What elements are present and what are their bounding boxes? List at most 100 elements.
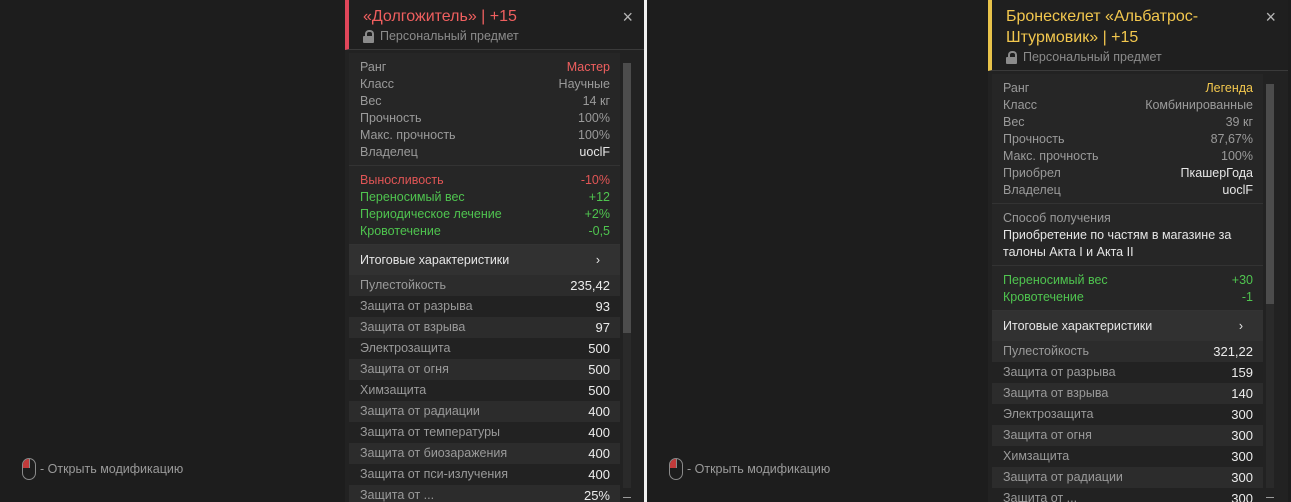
stat-row: Электрозащита 500: [349, 338, 620, 359]
info-row: Макс. прочность 100%: [1003, 148, 1253, 165]
stat-row: Защита от радиации 400: [349, 401, 620, 422]
stat-row: Защита от огня 300: [992, 425, 1263, 446]
scrollbar-end: [1266, 497, 1274, 498]
stat-label: Защита от радиации: [1003, 470, 1123, 484]
info-value: 100%: [578, 111, 610, 125]
scrollbar[interactable]: [1266, 80, 1274, 498]
stat-row: Защита от ... 25%: [349, 485, 620, 502]
stat-label: Электрозащита: [360, 341, 451, 355]
info-label: Класс: [1003, 98, 1038, 112]
summary-label: Итоговые характеристики: [360, 253, 510, 267]
stat-label: Защита от пси-излучения: [360, 467, 509, 481]
modifier-label: Переносимый вес: [360, 190, 465, 204]
stat-value: 321,22: [1213, 344, 1253, 359]
stats-list: Пулестойкость 321,22 Защита от разрыва 159 З…: [992, 341, 1263, 502]
close-icon[interactable]: ×: [1265, 8, 1276, 26]
info-row: Владелец uoclF: [1003, 182, 1253, 199]
modifier-label: Выносливость: [360, 173, 444, 187]
info-value: Научные: [558, 77, 610, 91]
info-row: Вес 14 кг: [360, 93, 610, 110]
info-section: Ранг Мастер Класс Научные Вес 14 кг Прочность 1…: [349, 53, 620, 166]
stat-label: Защита от взрыва: [1003, 386, 1109, 400]
stat-label: Защита от ...: [1003, 491, 1078, 502]
modifier-label: Периодическое лечение: [360, 207, 502, 221]
item-subtitle: Персональный предмет: [1023, 50, 1162, 64]
stat-value: 300: [1231, 407, 1253, 422]
mouse-icon: [22, 458, 36, 480]
scrollbar-end: [623, 497, 631, 498]
summary-button[interactable]: Итоговые характеристики ›: [992, 311, 1263, 341]
acquisition-text: Приобретение по частям в магазине за тал…: [1003, 228, 1232, 259]
stat-label: Защита от разрыва: [1003, 365, 1116, 379]
modifier-row: Переносимый вес +30: [1003, 272, 1253, 289]
lock-icon: [1006, 50, 1017, 64]
info-label: Ранг: [360, 60, 387, 74]
modifier-row: Переносимый вес +12: [360, 189, 610, 206]
stat-row: Защита от взрыва 140: [992, 383, 1263, 404]
mouse-icon: [669, 458, 683, 480]
open-mod-label: - Открыть модификацию: [40, 462, 184, 476]
stat-row: Защита от взрыва 97: [349, 317, 620, 338]
stat-value: 25%: [583, 488, 610, 502]
stat-value: 400: [588, 467, 610, 482]
close-icon[interactable]: ×: [622, 8, 633, 26]
info-row: Вес 39 кг: [1003, 114, 1253, 131]
stat-value: 300: [1231, 491, 1253, 502]
info-label: Ранг: [1003, 81, 1030, 95]
info-label: Макс. прочность: [360, 128, 456, 142]
summary-button[interactable]: Итоговые характеристики ›: [349, 245, 620, 275]
stat-row: Химзащита 500: [349, 380, 620, 401]
stat-row: Химзащита 300: [992, 446, 1263, 467]
acquisition-label: Способ получения: [1003, 211, 1111, 225]
stat-label: Защита от огня: [360, 362, 449, 376]
modifier-label: Переносимый вес: [1003, 273, 1108, 287]
modifier-row: Выносливость -10%: [360, 172, 610, 189]
info-label: Прочность: [360, 111, 422, 125]
scrollbar[interactable]: [623, 59, 631, 498]
item-header: «Долгожитель» | +15 Персональный предмет…: [345, 0, 644, 50]
info-row: Класс Комбинированные: [1003, 97, 1253, 114]
item-subtitle: Персональный предмет: [380, 29, 519, 43]
stat-label: Защита от радиации: [360, 404, 480, 418]
modifier-label: Кровотечение: [360, 224, 441, 238]
item-tooltip: «Долгожитель» | +15 Персональный предмет…: [345, 0, 644, 502]
info-value: uoclF: [1222, 183, 1253, 197]
stat-value: 500: [588, 383, 610, 398]
stat-row: Защита от радиации 300: [992, 467, 1263, 488]
open-mod-hint: - Открыть модификацию: [22, 458, 183, 480]
stat-value: 93: [595, 299, 610, 314]
stat-label: Химзащита: [360, 383, 427, 397]
info-label: Макс. прочность: [1003, 149, 1099, 163]
stat-row: Защита от биозаражения 400: [349, 443, 620, 464]
scrollbar-thumb[interactable]: [1266, 84, 1274, 304]
stat-value: 400: [588, 425, 610, 440]
stat-value: 500: [588, 341, 610, 356]
modifier-value: +12: [588, 190, 610, 204]
scrollbar-thumb[interactable]: [623, 63, 631, 333]
acquisition-section: Способ получения Приобретение по частям …: [992, 204, 1263, 266]
tooltip-scroll-content: Ранг Легенда Класс Комбинированные Вес 39 кг П…: [992, 74, 1263, 502]
stat-label: Защита от разрыва: [360, 299, 473, 313]
item-header: Бронескелет «Альбатрос-Штурмовик» | +15 …: [988, 0, 1288, 71]
stat-row: Пулестойкость 235,42: [349, 275, 620, 296]
stat-value: 97: [595, 320, 610, 335]
info-row: Владелец uoclF: [360, 144, 610, 161]
info-label: Класс: [360, 77, 395, 91]
info-row: Ранг Легенда: [1003, 80, 1253, 97]
stats-list: Пулестойкость 235,42 Защита от разрыва 93 За…: [349, 275, 620, 502]
tooltip-scroll-content: Ранг Мастер Класс Научные Вес 14 кг Прочность 1…: [349, 53, 620, 502]
info-value: Мастер: [566, 60, 610, 74]
stat-row: Пулестойкость 321,22: [992, 341, 1263, 362]
modifier-row: Периодическое лечение +2%: [360, 206, 610, 223]
stat-row: Защита от пси-излучения 400: [349, 464, 620, 485]
stat-label: Защита от взрыва: [360, 320, 466, 334]
left-panel: - Открыть модификацию «Долгожитель» | +1…: [0, 0, 644, 502]
open-mod-label: - Открыть модификацию: [687, 462, 831, 476]
info-value: 100%: [1221, 149, 1253, 163]
stat-label: Защита от биозаражения: [360, 446, 508, 460]
info-row: Макс. прочность 100%: [360, 127, 610, 144]
modifier-label: Кровотечение: [1003, 290, 1084, 304]
stat-label: Электрозащита: [1003, 407, 1094, 421]
info-row: Приобрел ПкашерГода: [1003, 165, 1253, 182]
stat-row: Защита от огня 500: [349, 359, 620, 380]
